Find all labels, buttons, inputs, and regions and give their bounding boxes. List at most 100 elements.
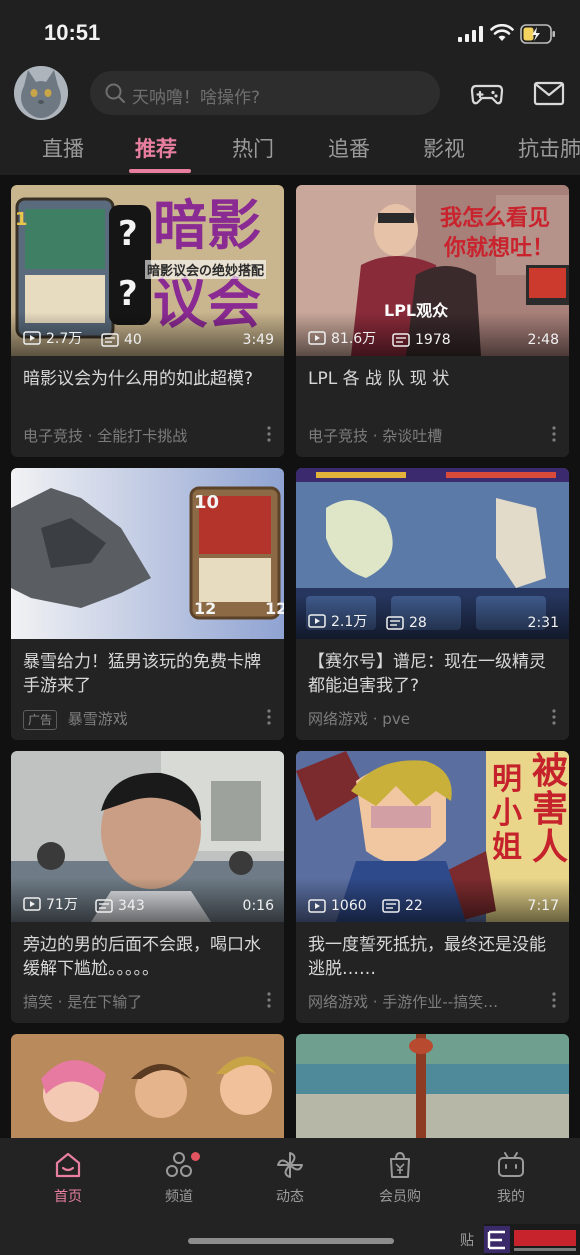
views-text: 81.6万 (331, 331, 377, 347)
danmaku-icon (392, 333, 410, 347)
danmaku-count: 40 (101, 332, 142, 348)
video-duration: 2:31 (527, 615, 559, 631)
views-text: 1060 (331, 898, 367, 914)
more-options-icon[interactable] (551, 708, 557, 726)
tab-popular[interactable]: 热门 (232, 133, 274, 163)
video-thumbnail: 71万 343 0:16 (11, 751, 284, 922)
video-duration: 3:49 (242, 332, 274, 348)
video-channel: 电子竞技 · 全能打卡挑战 (23, 427, 188, 445)
video-card[interactable]: 我怎么看见 你就想吐！ LPL观众 81.6万 1978 2:48 LPL 各 … (296, 185, 569, 457)
play-count-icon (23, 331, 41, 345)
video-channel: 电子竞技 · 杂谈吐槽 (308, 427, 443, 445)
video-title: 我一度誓死抵抗，最终还是没能逃脱…… (308, 935, 546, 979)
video-channel: 暴雪游戏 (67, 710, 128, 728)
nav-label: 动态 (276, 1189, 304, 1205)
video-thumbnail: 被害人 明小姐 1060 22 7:17 (296, 751, 569, 922)
more-options-icon[interactable] (266, 708, 272, 726)
views-text: 71万 (46, 897, 78, 913)
card-thumbnail-art: 10 12 12 (11, 468, 284, 639)
home-icon (55, 1152, 81, 1178)
svg-text:?: ? (118, 274, 138, 314)
video-duration: 7:17 (527, 898, 559, 914)
status-time: 10:51 (44, 20, 101, 45)
thumbnail-caption: 暗影议会の绝妙搭配 (145, 260, 267, 279)
danmaku-text: 40 (124, 332, 142, 348)
channels-icon (166, 1152, 192, 1177)
wifi-icon (490, 24, 514, 41)
ad-channel-row: 广告 暴雪游戏 (23, 708, 128, 730)
video-title: 旁边的男的后面不会跟，喝口水缓解下尴尬。。。。。 (23, 935, 261, 979)
watermark-logo-image (484, 1226, 576, 1253)
more-options-icon[interactable] (551, 991, 557, 1009)
game-controller-icon[interactable] (470, 76, 504, 110)
play-count-icon (308, 899, 326, 913)
video-card[interactable]: 2.1万 28 2:31 【赛尔号】谱尼：现在一级精灵都能迫害我了? 网络游戏 … (296, 468, 569, 740)
thumbnail-headline: 暗影 (153, 194, 261, 257)
views-text: 2.7万 (46, 331, 83, 347)
video-title: LPL 各 战 队 现 状 (308, 369, 450, 389)
danmaku-icon (382, 899, 400, 913)
view-count: 81.6万 (308, 328, 376, 348)
video-thumbnail: 我怎么看见 你就想吐！ LPL观众 81.6万 1978 2:48 (296, 185, 569, 356)
thumbnail-headline: 明小姐 (492, 762, 522, 865)
nav-dynamics[interactable]: 动态 (250, 1148, 330, 1214)
danmaku-icon (101, 333, 119, 347)
tab-anime[interactable]: 追番 (328, 133, 370, 163)
home-indicator (188, 1238, 394, 1244)
video-card[interactable] (11, 1034, 284, 1138)
video-channel: 网络游戏 · pve (308, 710, 410, 728)
ad-badge: 广告 (23, 710, 58, 730)
nav-home[interactable]: 首页 (28, 1148, 108, 1214)
danmaku-icon (95, 899, 113, 913)
battery-charging-icon (520, 24, 555, 44)
tab-movies[interactable]: 影视 (423, 133, 465, 163)
top-header: 天呐噜！啥操作? (0, 60, 580, 125)
nav-label: 会员购 (379, 1189, 421, 1205)
play-count-icon (23, 897, 41, 911)
more-options-icon[interactable] (266, 991, 272, 1009)
video-card[interactable]: 被害人 明小姐 1060 22 7:17 我一度誓死抵抗，最终还是没能逃脱…… … (296, 751, 569, 1023)
more-options-icon[interactable] (551, 425, 557, 443)
video-duration: 0:16 (242, 898, 274, 914)
nav-label: 我的 (497, 1189, 525, 1205)
danmaku-text: 1978 (415, 332, 451, 348)
tab-covid[interactable]: 抗击肺 (518, 133, 580, 163)
status-bar: 10:51 (0, 0, 580, 60)
view-count: 2.7万 (23, 328, 82, 348)
nav-label: 首页 (54, 1189, 82, 1205)
video-thumbnail: 10 12 12 (11, 468, 284, 639)
danmaku-icon (386, 616, 404, 630)
svg-text:10: 10 (194, 492, 219, 513)
more-options-icon[interactable] (266, 425, 272, 443)
svg-text:?: ? (118, 214, 138, 254)
video-duration: 2:48 (527, 332, 559, 348)
ad-card[interactable]: 10 12 12 暴雪给力！猛男该玩的免费卡牌手游来了 广告 暴雪游戏 (11, 468, 284, 740)
pinwheel-icon (277, 1152, 303, 1178)
search-icon (105, 83, 125, 103)
video-thumbnail: 2.1万 28 2:31 (296, 468, 569, 639)
tab-live[interactable]: 直播 (42, 133, 84, 163)
danmaku-count: 28 (386, 615, 427, 631)
avatar[interactable] (14, 66, 68, 120)
search-placeholder: 天呐噜！啥操作? (132, 88, 261, 108)
tab-recommend[interactable]: 推荐 (135, 133, 177, 163)
view-count: 2.1万 (308, 611, 367, 631)
danmaku-count: 22 (382, 898, 423, 914)
thumbnail-headline: 我怎么看见 (440, 206, 551, 231)
video-channel: 网络游戏 · 手游作业--搞笑… (308, 993, 499, 1011)
svg-text:12: 12 (194, 599, 216, 618)
search-bar[interactable]: 天呐噜！啥操作? (90, 71, 440, 115)
video-card[interactable]: 71万 343 0:16 旁边的男的后面不会跟，喝口水缓解下尴尬。。。。。 搞笑… (11, 751, 284, 1023)
view-count: 1060 (308, 898, 367, 914)
mail-icon[interactable] (532, 76, 566, 110)
nav-channels[interactable]: 频道 (139, 1148, 219, 1214)
paste-label: 贴 (460, 1233, 474, 1249)
svg-text:12: 12 (265, 599, 284, 618)
notification-dot (191, 1152, 200, 1161)
video-thumbnail: ? ? 1 暗影 议会 暗影议会の绝妙搭配 2.7万 40 3:49 (11, 185, 284, 356)
video-card[interactable] (296, 1034, 569, 1138)
nav-profile[interactable]: 我的 (471, 1148, 551, 1214)
video-card[interactable]: ? ? 1 暗影 议会 暗影议会の绝妙搭配 2.7万 40 3:49 暗影议会为… (11, 185, 284, 457)
nav-shop[interactable]: 会员购 (360, 1148, 440, 1214)
play-count-icon (308, 614, 326, 628)
